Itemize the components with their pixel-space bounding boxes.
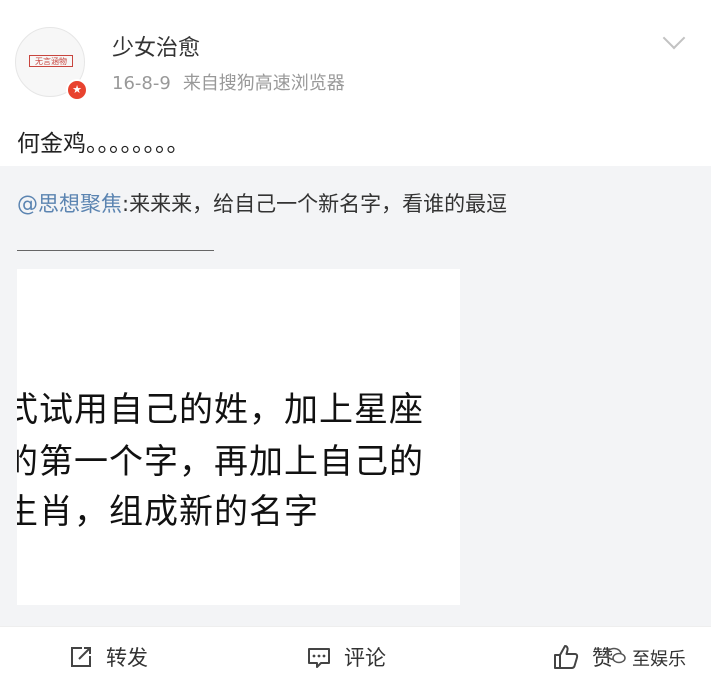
username[interactable]: 少女治愈 [112,30,200,62]
comment-icon [306,644,332,670]
comment-label: 评论 [344,646,386,670]
image-text-line: 生肖，组成新的名字 [17,492,319,532]
like-button[interactable]: 赞 [552,641,613,673]
verified-badge-icon: ★ [66,79,88,101]
image-text-line: 式试用自己的姓，加上星座 [17,390,424,430]
repost-image[interactable]: 式试用自己的姓，加上星座 的第一个字，再加上自己的 生肖，组成新的名字 [17,269,460,605]
repost-label: 转发 [106,646,148,670]
underline-rule [17,250,214,251]
post-date: 16-8-9 [112,73,171,94]
post-header: 无言涵物 ★ 少女治愈 16-8-9 来自搜狗高速浏览器 [0,0,711,112]
repost-icon [68,644,94,670]
comment-button[interactable]: 评论 [306,641,386,673]
repost-body: :来来来，给自己一个新名字，看谁的最逗 [122,192,508,216]
action-bar: 转发 评论 赞 至娱乐 [0,626,711,690]
post-text: 何金鸡。。。。。。。。 [17,131,190,157]
repost-button[interactable]: 转发 [68,641,148,673]
wechat-icon [606,647,626,670]
post-source[interactable]: 来自搜狗高速浏览器 [183,73,345,94]
chevron-down-icon[interactable] [662,26,686,50]
mention-link[interactable]: @思想聚焦 [17,192,122,216]
avatar-logo: 无言涵物 [29,55,73,67]
image-text-line: 的第一个字，再加上自己的 [17,442,424,482]
watermark-text: 至娱乐 [632,649,686,670]
reposted-content[interactable]: @思想聚焦:来来来，给自己一个新名字，看谁的最逗 式试用自己的姓，加上星座 的第… [0,166,711,626]
repost-text: @思想聚焦:来来来，给自己一个新名字，看谁的最逗 [17,188,507,218]
watermark: 至娱乐 [606,645,686,671]
thumbs-up-icon [552,643,580,671]
post-meta: 16-8-9 来自搜狗高速浏览器 [112,69,345,95]
